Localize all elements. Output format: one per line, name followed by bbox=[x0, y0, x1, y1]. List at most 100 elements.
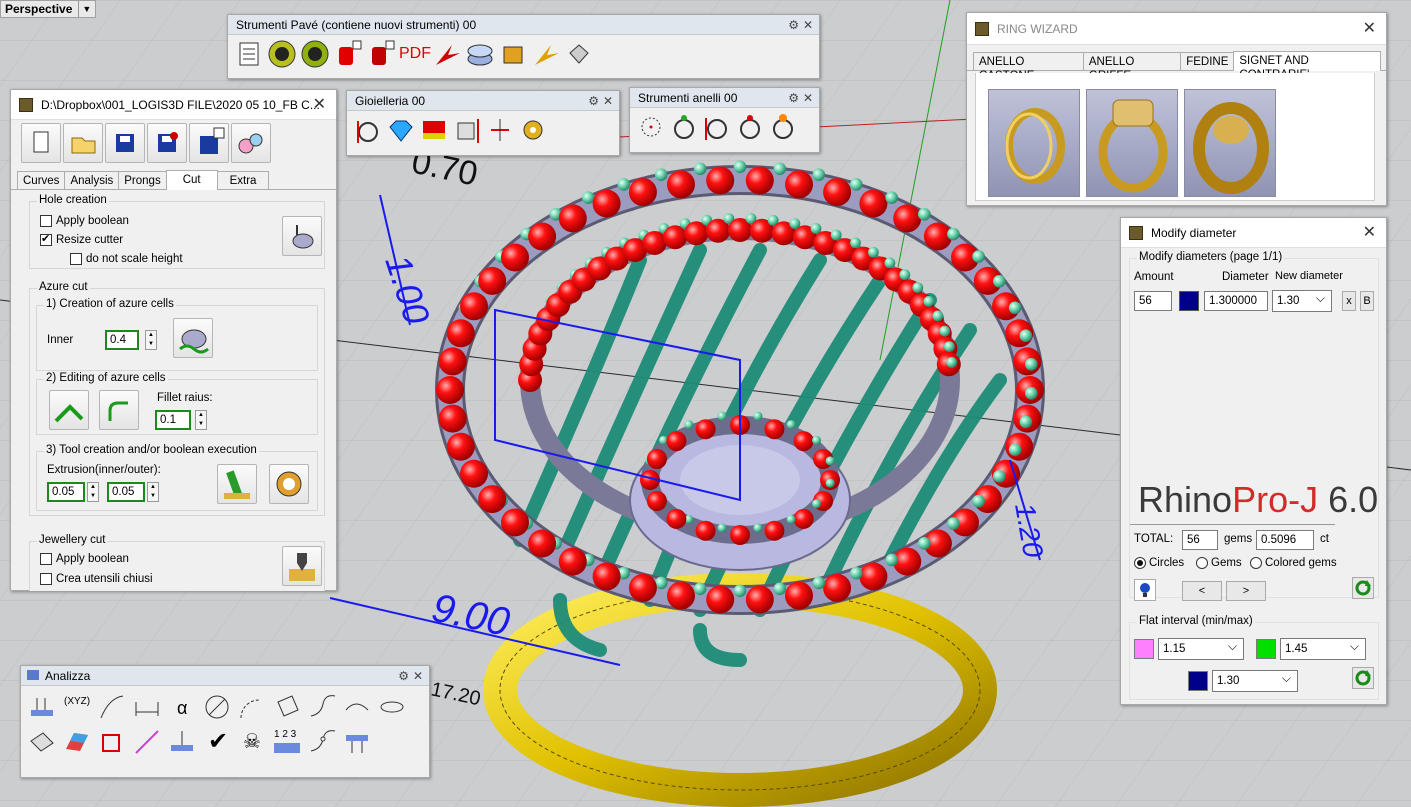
close-icon[interactable]: ✕ bbox=[803, 15, 813, 34]
tab-signet[interactable]: SIGNET AND CONTRARIE' bbox=[1233, 51, 1381, 81]
next-button[interactable]: > bbox=[1226, 581, 1266, 601]
numbers-icon[interactable]: 1 2 3 bbox=[272, 727, 302, 757]
length-icon[interactable] bbox=[97, 692, 127, 722]
save-as-button[interactable] bbox=[147, 123, 187, 163]
ring-thumbnail-1[interactable] bbox=[988, 89, 1080, 197]
flat-mid-swatch[interactable] bbox=[1188, 671, 1208, 691]
zebra-icon[interactable] bbox=[62, 727, 92, 757]
toolbar-title[interactable]: Strumenti Pavé (contiene nuovi strumenti… bbox=[228, 15, 819, 35]
check-icon[interactable]: ✔ bbox=[202, 727, 232, 757]
toolbar-title[interactable]: Gioielleria 00 ⚙ ✕ bbox=[347, 91, 619, 111]
create-azure-cells-button[interactable] bbox=[173, 318, 213, 358]
puzzle-icon[interactable] bbox=[498, 39, 528, 69]
radius-icon[interactable] bbox=[237, 692, 267, 722]
direction-icon[interactable] bbox=[27, 692, 57, 722]
close-icon[interactable]: ✕ bbox=[803, 88, 813, 107]
pdf-icon[interactable]: PDF bbox=[399, 39, 431, 69]
fillet-spinner[interactable]: ▲ ▼ bbox=[195, 410, 207, 430]
viewport-title[interactable]: Perspective ▼ bbox=[0, 0, 97, 18]
save-button[interactable] bbox=[105, 123, 145, 163]
b-button[interactable]: B bbox=[1360, 291, 1374, 311]
inner-extrusion-input[interactable]: 0.05 bbox=[47, 482, 85, 502]
box-icon[interactable] bbox=[452, 115, 482, 145]
point-line-icon[interactable] bbox=[132, 727, 162, 757]
gears-icon[interactable] bbox=[518, 115, 548, 145]
ring-circle-icon[interactable] bbox=[636, 112, 666, 142]
diamond-icon[interactable] bbox=[386, 115, 416, 145]
cylinder-add-alt-icon[interactable] bbox=[366, 39, 396, 69]
curvature-icon[interactable] bbox=[307, 692, 337, 722]
angle-icon[interactable]: α bbox=[167, 692, 197, 722]
flat-min-swatch[interactable] bbox=[1134, 639, 1154, 659]
pave-grid-alt-icon[interactable] bbox=[300, 39, 330, 69]
circles-radio[interactable]: Circles bbox=[1134, 557, 1184, 569]
curve-point-icon[interactable] bbox=[307, 727, 337, 757]
prev-button[interactable]: < bbox=[1182, 581, 1222, 601]
xyz-icon[interactable]: (XYZ) bbox=[62, 692, 92, 722]
close-icon[interactable]: ✕ bbox=[313, 90, 326, 119]
bounding-box-icon[interactable] bbox=[272, 692, 302, 722]
ring-thumbnail-3[interactable] bbox=[1184, 89, 1276, 197]
fillet-button[interactable] bbox=[99, 390, 139, 430]
align-icon[interactable] bbox=[485, 115, 515, 145]
tab-cut[interactable]: Cut bbox=[165, 170, 218, 190]
tab-fedine[interactable]: FEDINE bbox=[1180, 52, 1235, 70]
edit-azure-cells-button[interactable] bbox=[49, 390, 89, 430]
ring-thumbnail-2[interactable] bbox=[1086, 89, 1178, 197]
apply-boolean-checkbox[interactable]: Apply boolean bbox=[40, 215, 129, 227]
ring-measure-icon[interactable] bbox=[702, 112, 732, 142]
tool-creation-button[interactable] bbox=[217, 464, 257, 504]
stone-setting-icon[interactable] bbox=[419, 115, 449, 145]
refresh-icon[interactable] bbox=[1352, 577, 1374, 599]
distance-icon[interactable] bbox=[132, 692, 162, 722]
gems-radio[interactable]: Gems bbox=[1196, 557, 1242, 569]
flat-max-select[interactable]: 1.45 bbox=[1280, 636, 1366, 660]
flat-mid-select[interactable]: 1.30 bbox=[1212, 668, 1298, 692]
inner-spinner[interactable]: ▲ ▼ bbox=[145, 330, 157, 350]
outer-extrusion-input[interactable]: 0.05 bbox=[107, 482, 145, 502]
open-folder-button[interactable] bbox=[63, 123, 103, 163]
toolbar-title[interactable]: Strumenti anelli 00 ⚙ ✕ bbox=[630, 88, 819, 108]
gear-icon[interactable]: ⚙ bbox=[788, 15, 799, 34]
inner-input[interactable]: 0.4 bbox=[105, 330, 139, 350]
ring-green-icon[interactable] bbox=[669, 112, 699, 142]
gear-icon[interactable]: ⚙ bbox=[788, 88, 799, 107]
window-title[interactable]: RING WIZARD ✕ bbox=[967, 13, 1386, 45]
close-icon[interactable]: ✕ bbox=[1363, 218, 1376, 247]
jewellery-cut-button[interactable] bbox=[282, 546, 322, 586]
inner-extrusion-spinner[interactable]: ▲ ▼ bbox=[87, 482, 99, 502]
refresh-icon[interactable] bbox=[1352, 667, 1374, 689]
hole-tool-button[interactable] bbox=[282, 216, 322, 256]
edge-icon[interactable] bbox=[97, 727, 127, 757]
surface-analysis-icon[interactable] bbox=[27, 727, 57, 757]
normals-icon[interactable] bbox=[342, 727, 372, 757]
flat-min-select[interactable]: 1.15 bbox=[1158, 636, 1244, 660]
resize-cutter-checkbox[interactable]: Resize cutter bbox=[40, 232, 123, 246]
pave-grid-icon[interactable] bbox=[267, 39, 297, 69]
close-icon[interactable]: ✕ bbox=[603, 91, 613, 110]
jewellery-apply-boolean-checkbox[interactable]: Apply boolean bbox=[40, 553, 129, 565]
closed-tools-checkbox[interactable]: Crea utensili chiusi bbox=[40, 573, 153, 585]
window-title[interactable]: Modify diameter ✕ bbox=[1121, 218, 1386, 248]
flat-max-swatch[interactable] bbox=[1256, 639, 1276, 659]
chevron-down-icon[interactable]: ▼ bbox=[78, 1, 91, 17]
tab-extra[interactable]: Extra bbox=[216, 171, 270, 189]
tab-analysis[interactable]: Analysis bbox=[64, 171, 120, 189]
close-icon[interactable]: ✕ bbox=[413, 666, 423, 685]
scroll-icon[interactable] bbox=[234, 39, 264, 69]
colored-gems-radio[interactable]: Colored gems bbox=[1250, 557, 1337, 569]
cylinder-add-icon[interactable] bbox=[333, 39, 363, 69]
ring-orange-icon[interactable] bbox=[768, 112, 798, 142]
toolbar-title[interactable]: Analizza ⚙ ✕ bbox=[21, 666, 429, 686]
close-icon[interactable]: ✕ bbox=[1363, 13, 1376, 44]
window-title[interactable]: D:\Dropbox\001_LOGIS3D FILE\2020 05 10_F… bbox=[11, 90, 336, 120]
continuity-icon[interactable] bbox=[342, 692, 372, 722]
gem-box-icon[interactable] bbox=[564, 39, 594, 69]
arrow-red-icon[interactable] bbox=[432, 39, 462, 69]
draft-angle-icon[interactable] bbox=[167, 727, 197, 757]
save-add-button[interactable] bbox=[189, 123, 229, 163]
boolean-execution-button[interactable] bbox=[269, 464, 309, 504]
color-swatch[interactable] bbox=[1179, 291, 1199, 311]
new-diameter-select[interactable]: 1.30 bbox=[1272, 288, 1332, 312]
diameter-icon[interactable] bbox=[202, 692, 232, 722]
